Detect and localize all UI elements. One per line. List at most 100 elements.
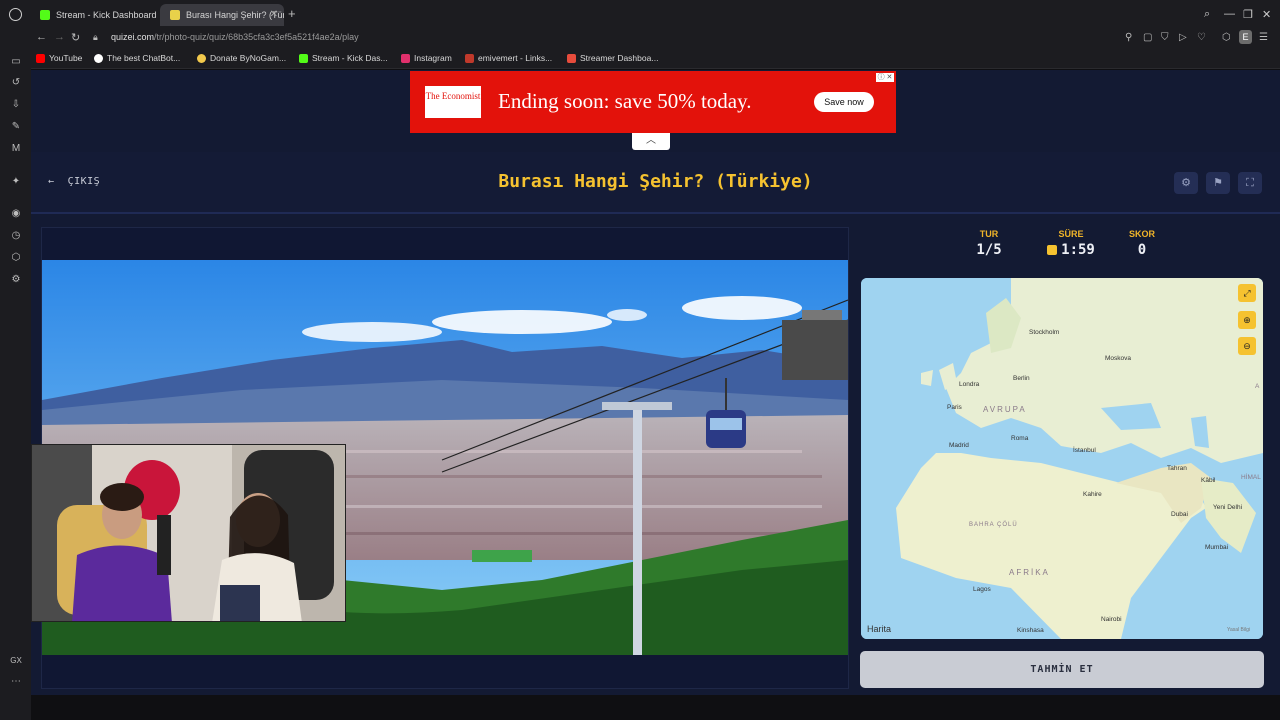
close-tab-icon[interactable]: ✕ xyxy=(270,9,278,20)
tab-quiz[interactable]: Burası Hangi Şehir? (Türk ✕ xyxy=(160,4,284,26)
bookmark-label: Stream - Kick Das... xyxy=(312,53,388,63)
map-label-dubai: Dubai xyxy=(1171,511,1188,518)
map-label-london: Londra xyxy=(959,381,980,388)
ad-close-icon[interactable]: ⓘ ✕ xyxy=(876,73,894,82)
minimize-icon[interactable]: — xyxy=(1224,8,1235,20)
snapshot-icon[interactable]: ▢ xyxy=(1143,32,1152,43)
bookmarks-bar: YouTube The best ChatBot... Donate ByNoG… xyxy=(0,49,1280,69)
bookmark-youtube[interactable]: YouTube xyxy=(36,53,82,63)
bookmark-donate[interactable]: Donate ByNoGam... xyxy=(197,53,286,63)
map-label-himalaya: HİMAL xyxy=(1241,472,1261,481)
guess-map[interactable]: Stockholm Moskova Londra Berlin Paris AV… xyxy=(861,278,1263,639)
ad-logo-text: The Economist xyxy=(425,91,481,101)
puzzle-icon[interactable]: ⬡ xyxy=(10,252,22,263)
map-label-paris: Paris xyxy=(947,404,963,411)
bookmark-linktree[interactable]: emivemert - Links... xyxy=(465,53,552,63)
mail-icon[interactable]: M xyxy=(10,143,22,154)
map-label-africa: AFRİKA xyxy=(1009,568,1050,577)
clock-icon[interactable]: ◷ xyxy=(10,230,22,241)
map-label-lagos: Lagos xyxy=(973,586,991,593)
messenger-icon[interactable]: ▭ xyxy=(10,56,22,67)
webcam-video xyxy=(32,445,345,621)
map-label-istanbul: İstanbul xyxy=(1073,445,1096,454)
reload-icon[interactable]: ↻ xyxy=(71,31,80,44)
fullscreen-icon[interactable]: ⛶ xyxy=(1238,172,1262,194)
bookmark-chatbot[interactable]: The best ChatBot... xyxy=(94,53,180,63)
player-icon[interactable]: ◉ xyxy=(10,208,22,219)
score-label: SKOR xyxy=(1128,229,1155,239)
score-value: 0 xyxy=(1137,242,1147,258)
url-host: quizei.com xyxy=(111,32,155,42)
collapse-ad-chevron-icon[interactable]: ︿ xyxy=(632,133,670,150)
zoom-in-icon[interactable]: ⊕ xyxy=(1238,311,1256,329)
close-window-icon[interactable]: ✕ xyxy=(1262,8,1271,21)
settings-icon[interactable]: ⚙ xyxy=(1174,172,1198,194)
url-field[interactable]: quizei.com/tr/photo-quiz/quiz/68b35cfa3c… xyxy=(111,32,359,42)
expand-map-icon[interactable]: ⤢ xyxy=(1238,284,1256,302)
tab-kick-dashboard[interactable]: Stream - Kick Dashboard xyxy=(30,4,156,26)
more-icon[interactable]: ⋯ xyxy=(10,676,22,687)
bookmark-label: emivemert - Links... xyxy=(478,53,553,63)
forward-icon[interactable]: → xyxy=(54,31,65,43)
gx-icon[interactable]: GX xyxy=(10,656,22,665)
map-attribution: Harita xyxy=(867,624,891,634)
score-stat: SKOR 0 xyxy=(1124,229,1160,258)
map-label-cairo: Kahire xyxy=(1083,491,1102,498)
browser-logo-icon[interactable] xyxy=(9,8,22,21)
profile-avatar[interactable]: E xyxy=(1239,30,1252,44)
bookmark-kick[interactable]: Stream - Kick Das... xyxy=(299,53,388,63)
settings-sidebar-icon[interactable]: ⚙ xyxy=(10,274,22,285)
downloads-icon[interactable]: ⇩ xyxy=(10,99,22,110)
map-label-nairobi: Nairobi xyxy=(1101,616,1122,623)
quiz-header: ← ÇIKIŞ Burası Hangi Şehir? (Türkiye) ⚙ … xyxy=(31,152,1280,214)
bookmark-instagram[interactable]: Instagram xyxy=(401,53,452,63)
history-sidebar-icon[interactable]: ↺ xyxy=(10,77,22,88)
time-value: 1:59 xyxy=(1061,242,1095,258)
map-label-asia: A xyxy=(1255,383,1260,390)
map-label-europe: AVRUPA xyxy=(983,405,1027,414)
map-label-moscow: Moskova xyxy=(1105,355,1131,362)
lock-icon: 🔒︎ xyxy=(93,32,98,42)
ad-headline: Ending soon: save 50% today. xyxy=(498,89,752,113)
notes-icon[interactable]: ✎ xyxy=(10,121,22,132)
bookmark-label: YouTube xyxy=(49,53,83,63)
map-label-sahara: BAHRA ÇÖLÜ xyxy=(969,521,1018,528)
ad-cta-button[interactable]: Save now xyxy=(814,92,874,112)
timer-icon xyxy=(1047,245,1058,255)
bookmark-streamer-dashboard[interactable]: Streamer Dashboa... xyxy=(567,53,658,63)
new-tab-icon[interactable]: + xyxy=(288,6,296,21)
linktree-icon xyxy=(465,53,474,63)
economist-ad[interactable]: The Economist Ending soon: save 50% toda… xyxy=(410,71,896,133)
round-stat: TUR 1/5 xyxy=(974,229,1004,258)
chatbot-icon xyxy=(94,53,103,63)
donate-icon xyxy=(197,53,206,63)
economist-logo: The Economist xyxy=(425,86,481,118)
bookmark-label: Instagram xyxy=(414,53,452,63)
round-value: 1/5 xyxy=(976,242,1002,258)
tab-title: Stream - Kick Dashboard xyxy=(56,10,156,20)
kick-favicon-icon xyxy=(40,10,50,20)
report-flag-icon[interactable]: ⚑ xyxy=(1206,172,1230,194)
extensions-icon[interactable]: ⬡ xyxy=(1222,32,1231,43)
world-map[interactable]: Stockholm Moskova Londra Berlin Paris AV… xyxy=(861,278,1263,639)
map-legal-link[interactable]: Yasal Bilgi xyxy=(1227,627,1250,633)
time-stat: SÜRE 1:59 xyxy=(1036,229,1106,258)
play-icon[interactable]: ▷ xyxy=(1179,32,1187,43)
back-icon[interactable]: ← xyxy=(36,31,47,43)
heart-icon[interactable]: ♡ xyxy=(1197,32,1206,43)
kick-sidebar-icon[interactable]: ✦ xyxy=(10,176,22,187)
bookmark-label: Streamer Dashboa... xyxy=(580,53,659,63)
menu-icon[interactable]: ☰ xyxy=(1259,32,1268,43)
restore-icon[interactable]: ❐ xyxy=(1243,8,1253,21)
timer: 1:59 xyxy=(1036,242,1106,258)
bookmark-label: The best ChatBot... xyxy=(107,53,181,63)
search-icon[interactable]: ⌕ xyxy=(1204,8,1210,21)
shield-icon[interactable]: ⛉ xyxy=(1161,32,1169,43)
pin-icon[interactable]: ⚲ xyxy=(1125,32,1132,43)
quiz-page: The Economist Ending soon: save 50% toda… xyxy=(31,70,1280,695)
quiz-favicon-icon xyxy=(170,10,180,20)
webcam-overlay xyxy=(31,444,346,622)
zoom-out-icon[interactable]: ⊖ xyxy=(1238,337,1256,355)
guess-button[interactable]: TAHMİN ET xyxy=(860,651,1264,688)
map-label-rome: Roma xyxy=(1011,435,1029,442)
